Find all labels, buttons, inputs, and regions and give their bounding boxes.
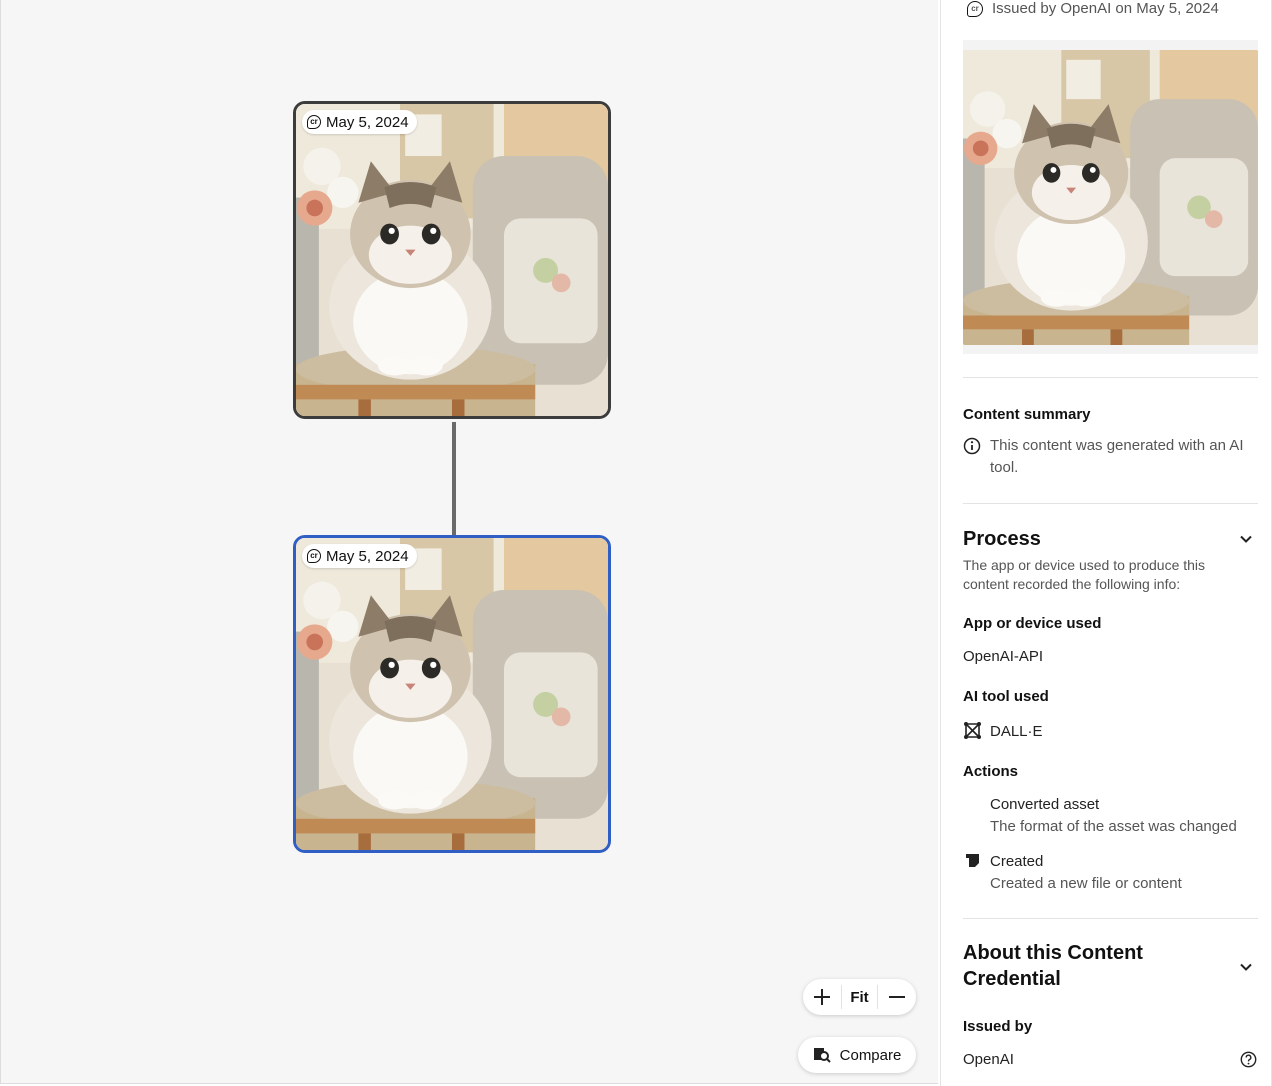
provenance-node-current[interactable]: cr May 5, 2024 <box>293 535 611 853</box>
process-heading[interactable]: Process <box>963 526 1041 552</box>
content-summary-heading: Content summary <box>963 406 1091 423</box>
content-credentials-icon: cr <box>967 0 983 17</box>
provenance-canvas[interactable]: cr May 5, 2024 cr May 5, 2024 Fit Compar… <box>0 0 938 1084</box>
chevron-down-icon[interactable] <box>1239 960 1253 974</box>
dalle-icon <box>964 722 981 739</box>
node-date-badge: cr May 5, 2024 <box>302 544 417 568</box>
asset-preview-image <box>963 50 1258 345</box>
created-action-icon <box>966 854 979 867</box>
plus-icon <box>813 989 830 1005</box>
credential-details-panel[interactable]: cr Issued by OpenAI on May 5, 2024 Conte… <box>940 0 1272 1086</box>
about-heading-line2: Credential <box>963 968 1061 990</box>
issued-line: cr Issued by OpenAI on May 5, 2024 <box>967 0 1219 17</box>
content-credentials-icon: cr <box>307 115 321 129</box>
chevron-down-icon[interactable] <box>1239 532 1253 546</box>
process-description: The app or device used to produce this c… <box>963 557 1206 592</box>
app-used-label: App or device used <box>963 615 1102 632</box>
info-icon <box>963 437 981 455</box>
action-title: Created <box>990 853 1044 870</box>
help-icon[interactable] <box>1240 1051 1257 1068</box>
about-heading-line1: About this Content <box>963 942 1143 964</box>
compare-label: Compare <box>839 1046 902 1064</box>
action-title: Converted asset <box>990 796 1100 813</box>
issued-by-label: Issued by <box>963 1018 1033 1035</box>
issued-text: Issued by OpenAI on May 5, 2024 <box>992 0 1219 17</box>
compare-magnifier-icon <box>813 1048 831 1063</box>
zoom-fit-button[interactable]: Fit <box>840 985 879 1009</box>
provenance-node-parent[interactable]: cr May 5, 2024 <box>293 101 611 419</box>
node-date-badge: cr May 5, 2024 <box>302 110 417 134</box>
compare-button[interactable]: Compare <box>798 1037 916 1073</box>
content-summary-text: This content was generated with an AI to… <box>990 437 1244 476</box>
content-credentials-icon: cr <box>307 549 321 563</box>
ai-tool-value: DALL·E <box>990 723 1043 740</box>
divider <box>963 918 1258 919</box>
minus-icon <box>889 996 906 998</box>
divider <box>963 377 1258 378</box>
action-description: Created a new file or content <box>990 875 1182 892</box>
cat-image-preview <box>963 50 1258 345</box>
about-credential-heading[interactable]: About this Content Credential <box>963 940 1143 992</box>
zoom-controls: Fit <box>803 979 916 1015</box>
node-date: May 5, 2024 <box>326 547 409 565</box>
cat-image-thumbnail <box>296 538 608 850</box>
zoom-out-button[interactable] <box>878 979 916 1015</box>
node-date: May 5, 2024 <box>326 113 409 131</box>
cat-image-thumbnail <box>296 104 608 416</box>
node-connector-line <box>452 422 456 536</box>
divider <box>963 503 1258 504</box>
app-used-value: OpenAI-API <box>963 648 1044 665</box>
action-description: The format of the asset was changed <box>990 818 1237 835</box>
actions-label: Actions <box>963 763 1019 780</box>
issued-by-value: OpenAI <box>963 1051 1014 1068</box>
zoom-in-button[interactable] <box>803 979 841 1015</box>
ai-tool-label: AI tool used <box>963 688 1049 705</box>
